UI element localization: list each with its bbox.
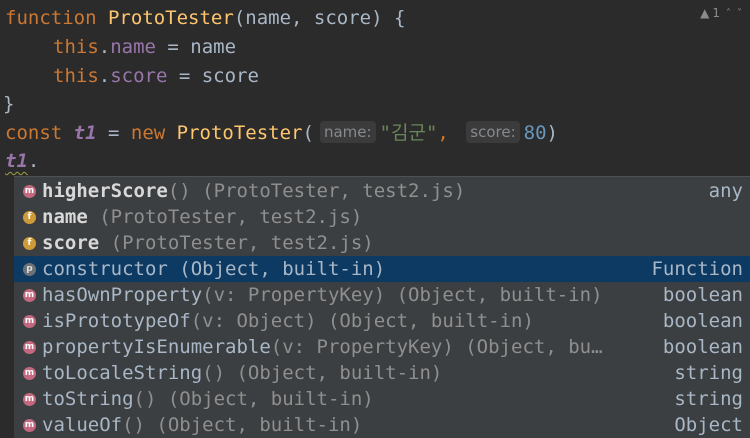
completion-item[interactable]: m hasOwnProperty(v: PropertyKey) (Object,… [14,282,750,308]
warning-count: 1 [712,6,720,20]
completion-item-signature: isPrototypeOf(v: Object) (Object, built-… [42,308,534,334]
completion-item-name: valueOf [42,414,123,436]
string-literal: "김군" [379,122,438,144]
number-literal: 80 [523,122,547,144]
completion-item-type: boolean [662,310,743,332]
param-hint-score: score: [466,121,520,143]
variable-t1: t1 [73,122,97,144]
completion-item-name: hasOwnProperty [42,284,203,306]
completion-item-signature: toString() (Object, built-in) [42,386,374,412]
closing-brace: } [3,93,15,115]
completion-item-type: any [708,180,743,202]
completion-item-detail: (v: PropertyKey) (Object, bu… [270,336,603,358]
completion-item[interactable]: m toLocaleString() (Object, built-in) stri… [14,360,750,386]
completion-item-signature: hasOwnProperty(v: PropertyKey) (Object, … [42,282,603,308]
completion-item-signature: valueOf() (Object, built-in) [42,412,362,438]
keyword-new: new [130,122,166,144]
this-keyword: this [53,65,99,87]
method-icon: m [23,418,36,432]
completion-item[interactable]: f name (ProtoTester, test2.js) [14,204,750,230]
completion-item-name: toLocaleString [42,362,203,384]
code-line-2: this.name = name [53,36,237,58]
completion-popup[interactable]: m higherScore() (ProtoTester, test2.js) an… [14,176,750,438]
method-icon: m [23,184,36,198]
completion-item[interactable]: m valueOf() (Object, built-in) Object [14,412,750,438]
completion-item-signature: propertyIsEnumerable(v: PropertyKey) (Ob… [42,334,603,360]
code-line-5: const t1 = new ProtoTester(name: "김군", sc… [5,121,558,144]
field-icon: f [23,210,36,224]
property-icon: p [23,262,36,276]
completion-item-type: string [674,362,743,384]
completion-item-name: score [42,232,100,254]
completion-item-name: name [42,206,88,228]
completion-item-name: isPrototypeOf [42,310,191,332]
function-params: (name, score) { [233,7,406,29]
completion-item[interactable]: m propertyIsEnumerable(v: PropertyKey) (O… [14,334,750,360]
completion-item-signature: toLocaleString() (Object, built-in) [42,360,442,386]
code-line-1: function ProtoTester(name, score) { [5,4,405,33]
completion-item[interactable]: m toString() (Object, built-in) string [14,386,750,412]
completion-item-detail: (ProtoTester, test2.js) [99,232,374,254]
completion-item-type: Function [651,258,743,280]
completion-item-name: propertyIsEnumerable [42,336,271,358]
code-line-3: this.score = score [53,65,259,87]
completion-item-detail: () (ProtoTester, test2.js) [167,180,466,202]
code-line-6[interactable]: t1. [5,147,39,176]
this-keyword: this [53,36,99,58]
keyword-const: const [5,122,63,144]
completion-item-signature: constructor (Object, built-in) [42,256,385,282]
completion-item-detail: (v: Object) (Object, built-in) [190,310,534,332]
completion-item-type: boolean [662,284,743,306]
keyword-function: function [5,7,97,29]
completion-item-name: toString [42,388,134,410]
property-name: score [110,65,168,87]
completion-item-detail: (ProtoTester, test2.js) [87,206,363,228]
completion-item-detail: (v: PropertyKey) (Object, built-in) [202,284,603,306]
field-icon: f [23,236,36,250]
completion-item[interactable]: p constructor (Object, built-in) Function [14,256,750,282]
method-icon: m [23,340,36,354]
completion-item-detail: () (Object, built-in) [122,414,363,436]
completion-item-type: string [674,388,743,410]
completion-item-signature: higherScore() (ProtoTester, test2.js) [42,178,465,204]
completion-item-name: constructor [42,258,168,280]
completion-item-detail: () (Object, built-in) [133,388,374,410]
completion-item[interactable]: f score (ProtoTester, test2.js) [14,230,750,256]
completion-item-type: boolean [662,336,743,358]
inspection-widget[interactable]: ▲ 1 ˄ ˅ [700,6,742,20]
warning-icon: ▲ [700,6,710,20]
chevron-down-icon[interactable]: ˅ [737,8,742,19]
completion-item-detail: (Object, built-in) [167,258,386,280]
property-name: name [110,36,156,58]
completion-item[interactable]: m higherScore() (ProtoTester, test2.js) an… [14,178,750,204]
function-name: ProtoTester [107,7,234,29]
method-icon: m [23,366,36,380]
completion-item-name: higherScore [42,180,168,202]
method-icon: m [23,314,36,328]
completion-item-signature: name (ProtoTester, test2.js) [42,204,362,230]
completion-item-type: Object [674,414,743,436]
method-icon: m [23,288,36,302]
method-icon: m [23,392,36,406]
completion-item[interactable]: m isPrototypeOf(v: Object) (Object, built… [14,308,750,334]
constructor-call: ProtoTester [176,122,303,144]
code-line-4: } [3,90,14,119]
completion-item-signature: score (ProtoTester, test2.js) [42,230,374,256]
variable-t1: t1 [5,150,28,172]
chevron-up-icon[interactable]: ˄ [726,8,731,19]
completion-item-detail: () (Object, built-in) [202,362,443,384]
code-editor[interactable]: ▲ 1 ˄ ˅ function ProtoTester(name, score… [0,0,750,438]
param-hint-name: name: [319,121,376,143]
